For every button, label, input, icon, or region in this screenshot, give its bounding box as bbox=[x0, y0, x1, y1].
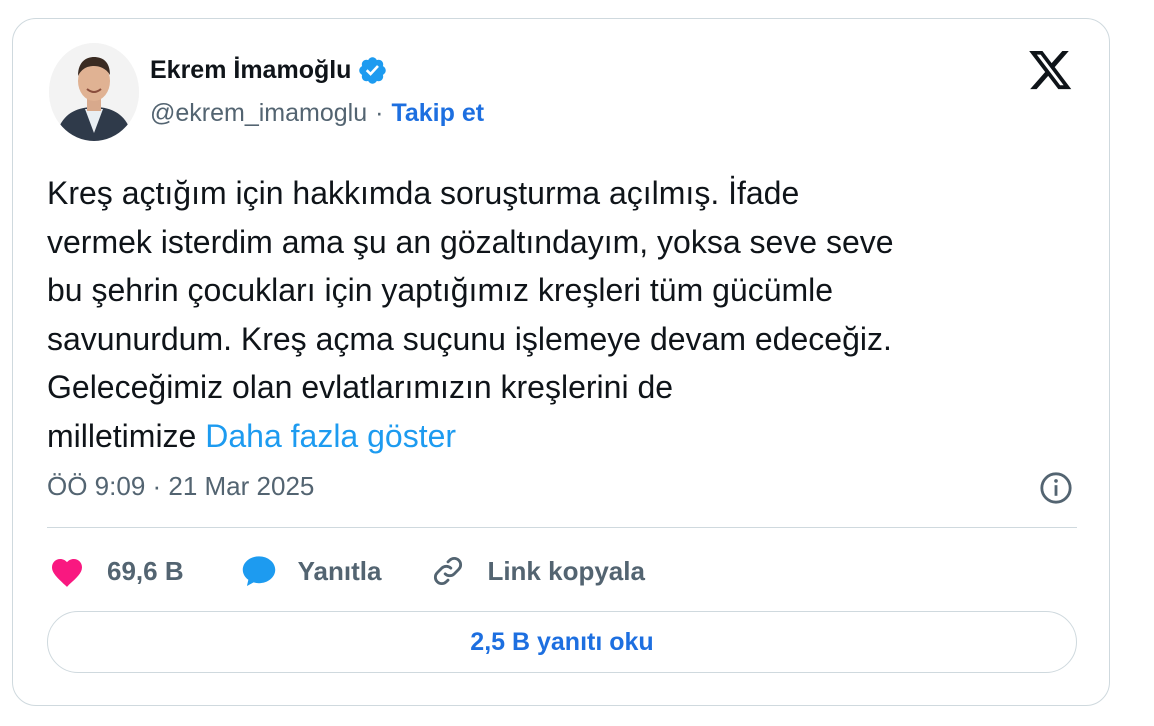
author-name[interactable]: Ekrem İmamoğlu bbox=[150, 56, 351, 85]
info-icon[interactable] bbox=[1039, 471, 1073, 505]
read-replies-label: 2,5 B yanıtı oku bbox=[470, 627, 654, 656]
read-replies-button[interactable]: 2,5 B yanıtı oku bbox=[47, 611, 1077, 673]
divider bbox=[47, 527, 1077, 528]
reply-bubble-icon bbox=[240, 554, 278, 588]
tweet-timestamp[interactable]: ÖÖ 9:09 · 21 Mar 2025 bbox=[47, 471, 314, 502]
verified-badge-icon bbox=[357, 55, 388, 86]
action-bar: 69,6 B Yanıtla Link kopyala bbox=[49, 551, 645, 591]
author-handle-row: @ekrem_imamoglu · Takip et bbox=[150, 99, 484, 128]
tweet-text: Kreş açtığım için hakkımda soruşturma aç… bbox=[47, 169, 1097, 460]
copy-link-button[interactable]: Link kopyala bbox=[431, 554, 645, 588]
copy-link-label: Link kopyala bbox=[487, 555, 645, 586]
like-count: 69,6 B bbox=[107, 555, 184, 586]
link-icon bbox=[431, 554, 465, 588]
tweet-card: Ekrem İmamoğlu @ekrem_imamoglu · Takip e… bbox=[12, 18, 1110, 706]
separator-dot: · bbox=[375, 99, 384, 127]
reply-label: Yanıtla bbox=[297, 555, 382, 586]
like-button[interactable]: 69,6 B bbox=[49, 554, 184, 588]
author-name-row[interactable]: Ekrem İmamoğlu bbox=[150, 55, 388, 86]
author-handle[interactable]: @ekrem_imamoglu bbox=[150, 99, 367, 128]
follow-button[interactable]: Takip et bbox=[391, 99, 484, 128]
show-more-link[interactable]: Daha fazla göster bbox=[205, 418, 456, 454]
x-logo-icon[interactable] bbox=[1029, 51, 1073, 91]
reply-button[interactable]: Yanıtla bbox=[240, 554, 382, 588]
avatar[interactable] bbox=[49, 43, 139, 141]
tweet-body: Kreş açtığım için hakkımda soruşturma aç… bbox=[47, 175, 894, 454]
heart-icon bbox=[49, 554, 85, 588]
